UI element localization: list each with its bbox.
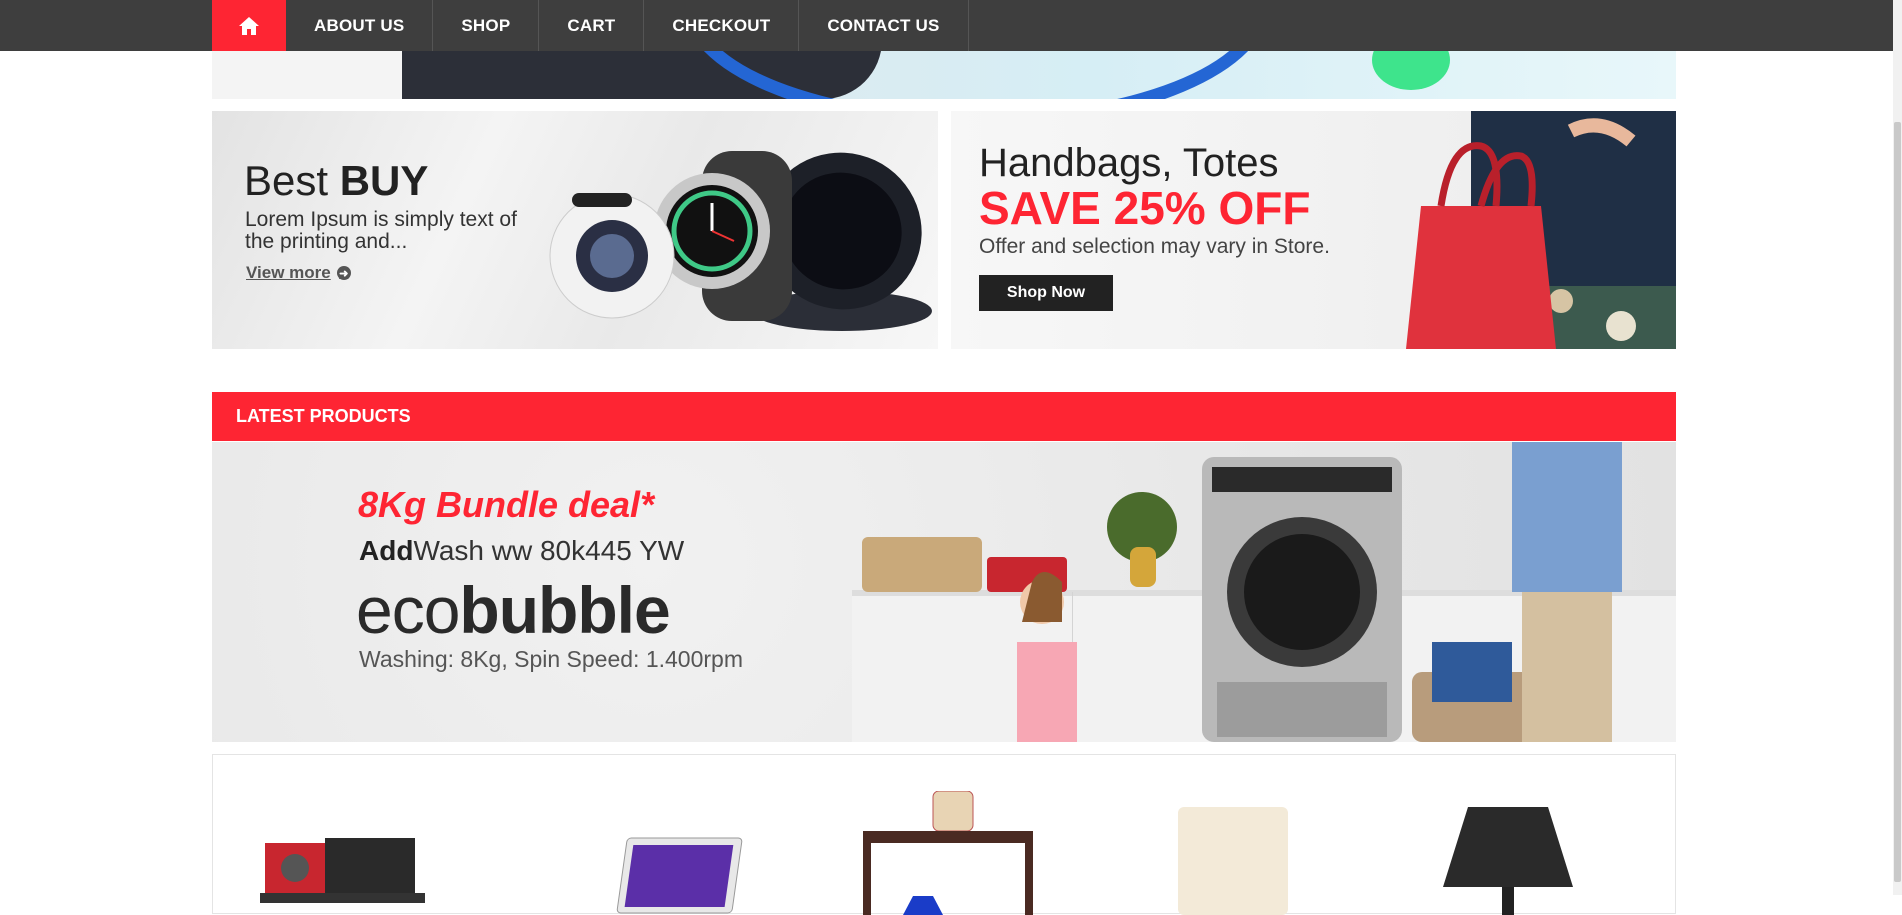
page-scrollbar[interactable] bbox=[1893, 0, 1902, 895]
nav-item-about-us[interactable]: ABOUT US bbox=[286, 0, 434, 51]
tablet-product-image[interactable] bbox=[613, 833, 748, 915]
washer-deal-banner[interactable]: 8Kg Bundle deal* AddWash ww 80k445 YW ec… bbox=[212, 442, 1676, 742]
top-navbar: ABOUT US SHOP CART CHECKOUT CONTACT US bbox=[0, 0, 1893, 51]
promo-title-light: Best bbox=[244, 157, 340, 204]
promo-best-buy-title: Best BUY bbox=[244, 157, 428, 205]
gear-devices-image bbox=[549, 151, 932, 331]
nav-item-contact-us[interactable]: CONTACT US bbox=[799, 0, 969, 51]
deal-model: AddWash ww 80k445 YW bbox=[359, 535, 684, 567]
promo-banner-handbags[interactable]: Handbags, Totes SAVE 25% OFF Offer and s… bbox=[951, 111, 1676, 349]
handbag-model-image bbox=[1406, 111, 1676, 349]
promo-handbags-title: Handbags, Totes bbox=[979, 141, 1279, 185]
promo-banner-best-buy[interactable]: Best BUY Lorem Ipsum is simply text of t… bbox=[212, 111, 938, 349]
deal-model-rest: Wash ww 80k445 YW bbox=[413, 535, 685, 566]
table-lamp-product-image[interactable] bbox=[1438, 807, 1578, 915]
product-grid bbox=[212, 754, 1676, 915]
home-icon bbox=[239, 16, 259, 35]
arrow-circle-right-icon: ➜ bbox=[336, 266, 351, 280]
deal-model-bold: Add bbox=[359, 535, 414, 566]
deal-title: 8Kg Bundle deal* bbox=[358, 484, 655, 525]
nav-home-button[interactable] bbox=[212, 0, 286, 51]
engine-product-image[interactable] bbox=[255, 833, 435, 915]
promo-title-bold: BUY bbox=[339, 157, 429, 204]
deal-brand-light: eco bbox=[356, 573, 460, 647]
nav-menu: ABOUT US SHOP CART CHECKOUT CONTACT US bbox=[212, 0, 969, 51]
deal-brand-text: ecobubble bbox=[356, 572, 671, 648]
nav-item-checkout[interactable]: CHECKOUT bbox=[644, 0, 800, 51]
view-more-link[interactable]: View more ➜ bbox=[246, 263, 351, 283]
deal-brand-bold: bubble bbox=[459, 573, 670, 647]
scrollbar-thumb[interactable] bbox=[1894, 122, 1901, 882]
promo-best-buy-description: Lorem Ipsum is simply text of the printi… bbox=[245, 208, 517, 253]
nav-item-cart[interactable]: CART bbox=[539, 0, 645, 51]
laundry-scene-image bbox=[852, 442, 1676, 742]
promo-handbags-offer: Offer and selection may vary in Store. bbox=[979, 235, 1330, 258]
promo-handbags-save: SAVE 25% OFF bbox=[979, 182, 1311, 234]
deal-spec: Washing: 8Kg, Spin Speed: 1.400rpm bbox=[359, 646, 743, 672]
nav-item-shop[interactable]: SHOP bbox=[433, 0, 540, 51]
view-more-label: View more bbox=[246, 263, 331, 282]
shop-now-button[interactable]: Shop Now bbox=[979, 275, 1113, 311]
floor-lamp-product-image[interactable] bbox=[1158, 807, 1308, 915]
side-table-product-image[interactable] bbox=[853, 791, 1033, 915]
latest-products-heading: LATEST PRODUCTS bbox=[212, 392, 1676, 441]
